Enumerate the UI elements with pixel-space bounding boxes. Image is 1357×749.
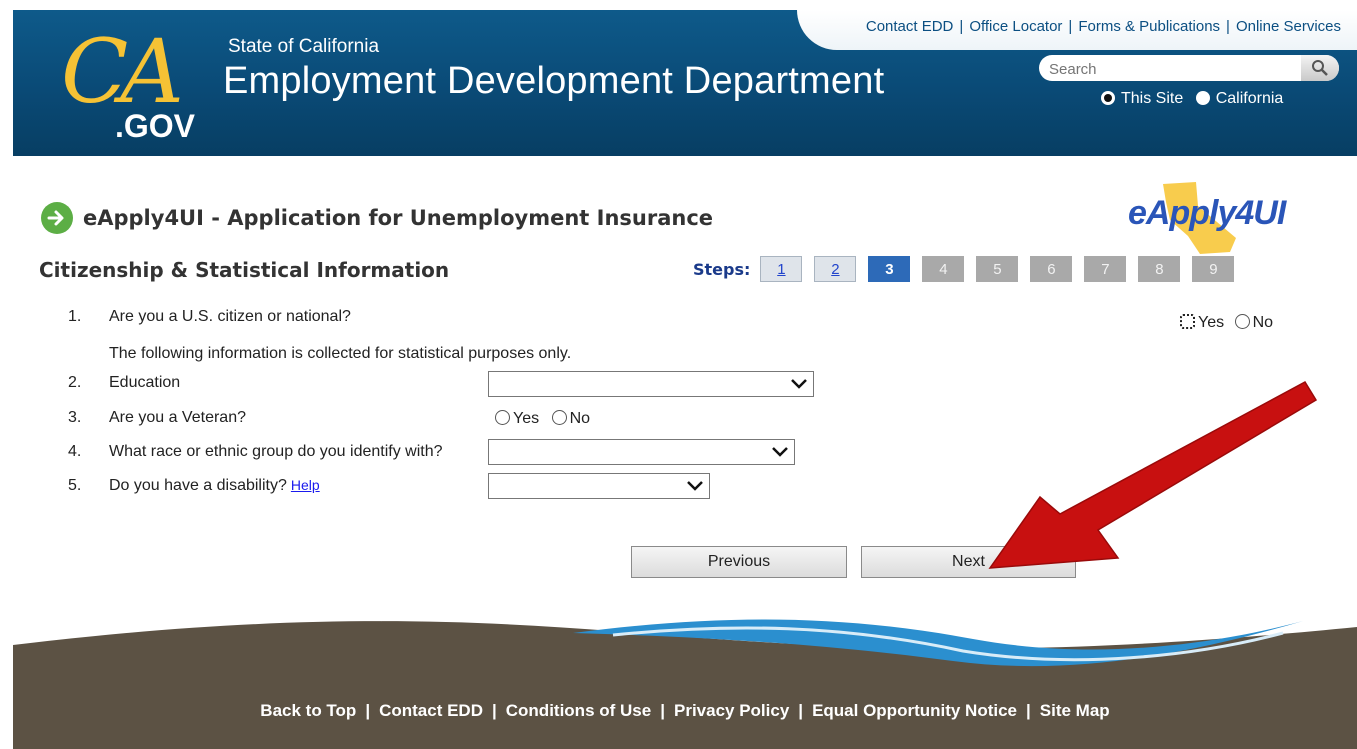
nav-separator: | [1226,18,1230,35]
step-5: 5 [976,256,1019,282]
go-arrow-icon [41,202,73,234]
race-select[interactable] [488,439,795,465]
scope-california[interactable]: California [1195,90,1284,107]
section-title: Citizenship & Statistical Information [39,258,450,282]
question-number: 4. [68,443,82,460]
nav-separator: | [959,18,964,35]
department-title: Employment Development Department [223,60,885,102]
nav-office-locator[interactable]: Office Locator [969,18,1062,35]
eapply4ui-badge: eApply4UI [1118,176,1288,256]
scope-this-site-label: This Site [1121,90,1184,107]
footer-privacy-policy[interactable]: Privacy Policy [674,701,789,720]
footer-separator: | [492,701,497,720]
step-2[interactable]: 2 [814,256,857,282]
footer-separator: | [660,701,665,720]
ca-gov-logo[interactable]: CA .GOV [53,20,213,148]
radio-icon [1234,314,1250,329]
footer-separator: | [798,701,804,720]
question-text: Education [109,374,181,391]
step-3-current: 3 [868,256,911,282]
main-content: eApply4UI - Application for Unemployment… [13,156,1357,616]
search-scope: This Site California [1101,90,1283,108]
next-button[interactable]: Next [861,546,1076,578]
footer-back-to-top[interactable]: Back to Top [260,701,356,720]
radio-icon [1195,91,1210,105]
citizen-no-option[interactable]: No [1234,314,1274,331]
application-title-text: eApply4UI - Application for Unemployment… [83,206,714,230]
footer-separator: | [1026,701,1031,720]
question-text-wrapper: Do you have a disability? Help [109,477,320,495]
step-4: 4 [922,256,965,282]
nav-forms-publications[interactable]: Forms & Publications [1078,18,1220,35]
footer-equal-opportunity[interactable]: Equal Opportunity Notice [812,701,1017,720]
veteran-no-option[interactable]: No [551,410,591,427]
citizen-yes-label: Yes [1198,314,1225,331]
radio-icon [495,410,510,425]
step-9: 9 [1192,256,1235,282]
education-select[interactable] [488,371,814,397]
question-text: What race or ethnic group do you identif… [109,443,443,460]
chevron-down-icon [791,379,807,389]
site-header: Contact EDD | Office Locator | Forms & Publi… [13,10,1357,156]
nav-separator: | [1068,18,1073,35]
radio-icon [551,410,567,425]
veteran-radio-group: Yes No [495,410,590,428]
step-8: 8 [1138,256,1181,282]
footer-conditions-of-use[interactable]: Conditions of Use [506,701,651,720]
chevron-down-icon [772,447,788,457]
veteran-yes-label: Yes [513,410,540,427]
search-input[interactable] [1047,58,1301,80]
question-text: Are you a Veteran? [109,409,246,426]
nav-online-services[interactable]: Online Services [1236,18,1341,35]
citizen-no-label: No [1252,314,1274,331]
step-7: 7 [1084,256,1127,282]
footer-separator: | [365,701,371,720]
scope-california-label: California [1215,90,1284,107]
veteran-no-label: No [569,410,591,427]
question-text: Are you a U.S. citizen or national? [109,308,351,325]
footer-contact-edd[interactable]: Contact EDD [379,701,483,720]
top-nav: Contact EDD | Office Locator | Forms & Publi… [866,18,1341,35]
radio-selected-icon [1101,91,1115,105]
help-link[interactable]: Help [291,477,320,493]
footer-wave-graphic [13,619,1357,749]
search-icon [1312,60,1328,76]
state-of-california: State of California [228,36,380,57]
question-number: 2. [68,374,82,391]
statistical-note: The following information is collected f… [109,345,572,362]
nav-contact-edd[interactable]: Contact EDD [866,18,954,35]
question-number: 1. [68,308,82,325]
application-title: eApply4UI - Application for Unemployment… [41,202,713,234]
search-button[interactable] [1301,55,1339,81]
footer-site-map[interactable]: Site Map [1040,701,1110,720]
citizen-radio-group: Yes No [1180,314,1273,332]
question-number: 5. [68,477,82,494]
scope-this-site[interactable]: This Site [1101,90,1183,107]
steps-indicator: Steps: 1 2 3 4 5 6 7 8 9 [693,256,1246,282]
veteran-yes-option[interactable]: Yes [495,410,539,427]
question-text: Do you have a disability? [109,477,287,494]
badge-text: eApply4UI [1128,194,1286,232]
disability-select[interactable] [488,473,710,499]
step-1[interactable]: 1 [760,256,803,282]
logo-gov-text: .GOV [115,108,196,144]
search-box [1039,55,1339,81]
previous-button[interactable]: Previous [631,546,847,578]
chevron-down-icon [687,481,703,491]
site-footer: Back to Top | Contact EDD | Conditions of Us… [13,605,1357,749]
citizen-yes-option[interactable]: Yes [1180,314,1224,331]
step-6: 6 [1030,256,1073,282]
radio-icon [1180,314,1195,329]
question-number: 3. [68,409,82,426]
footer-links: Back to Top | Contact EDD | Conditions of Us… [13,701,1357,721]
steps-label: Steps: [693,259,751,279]
